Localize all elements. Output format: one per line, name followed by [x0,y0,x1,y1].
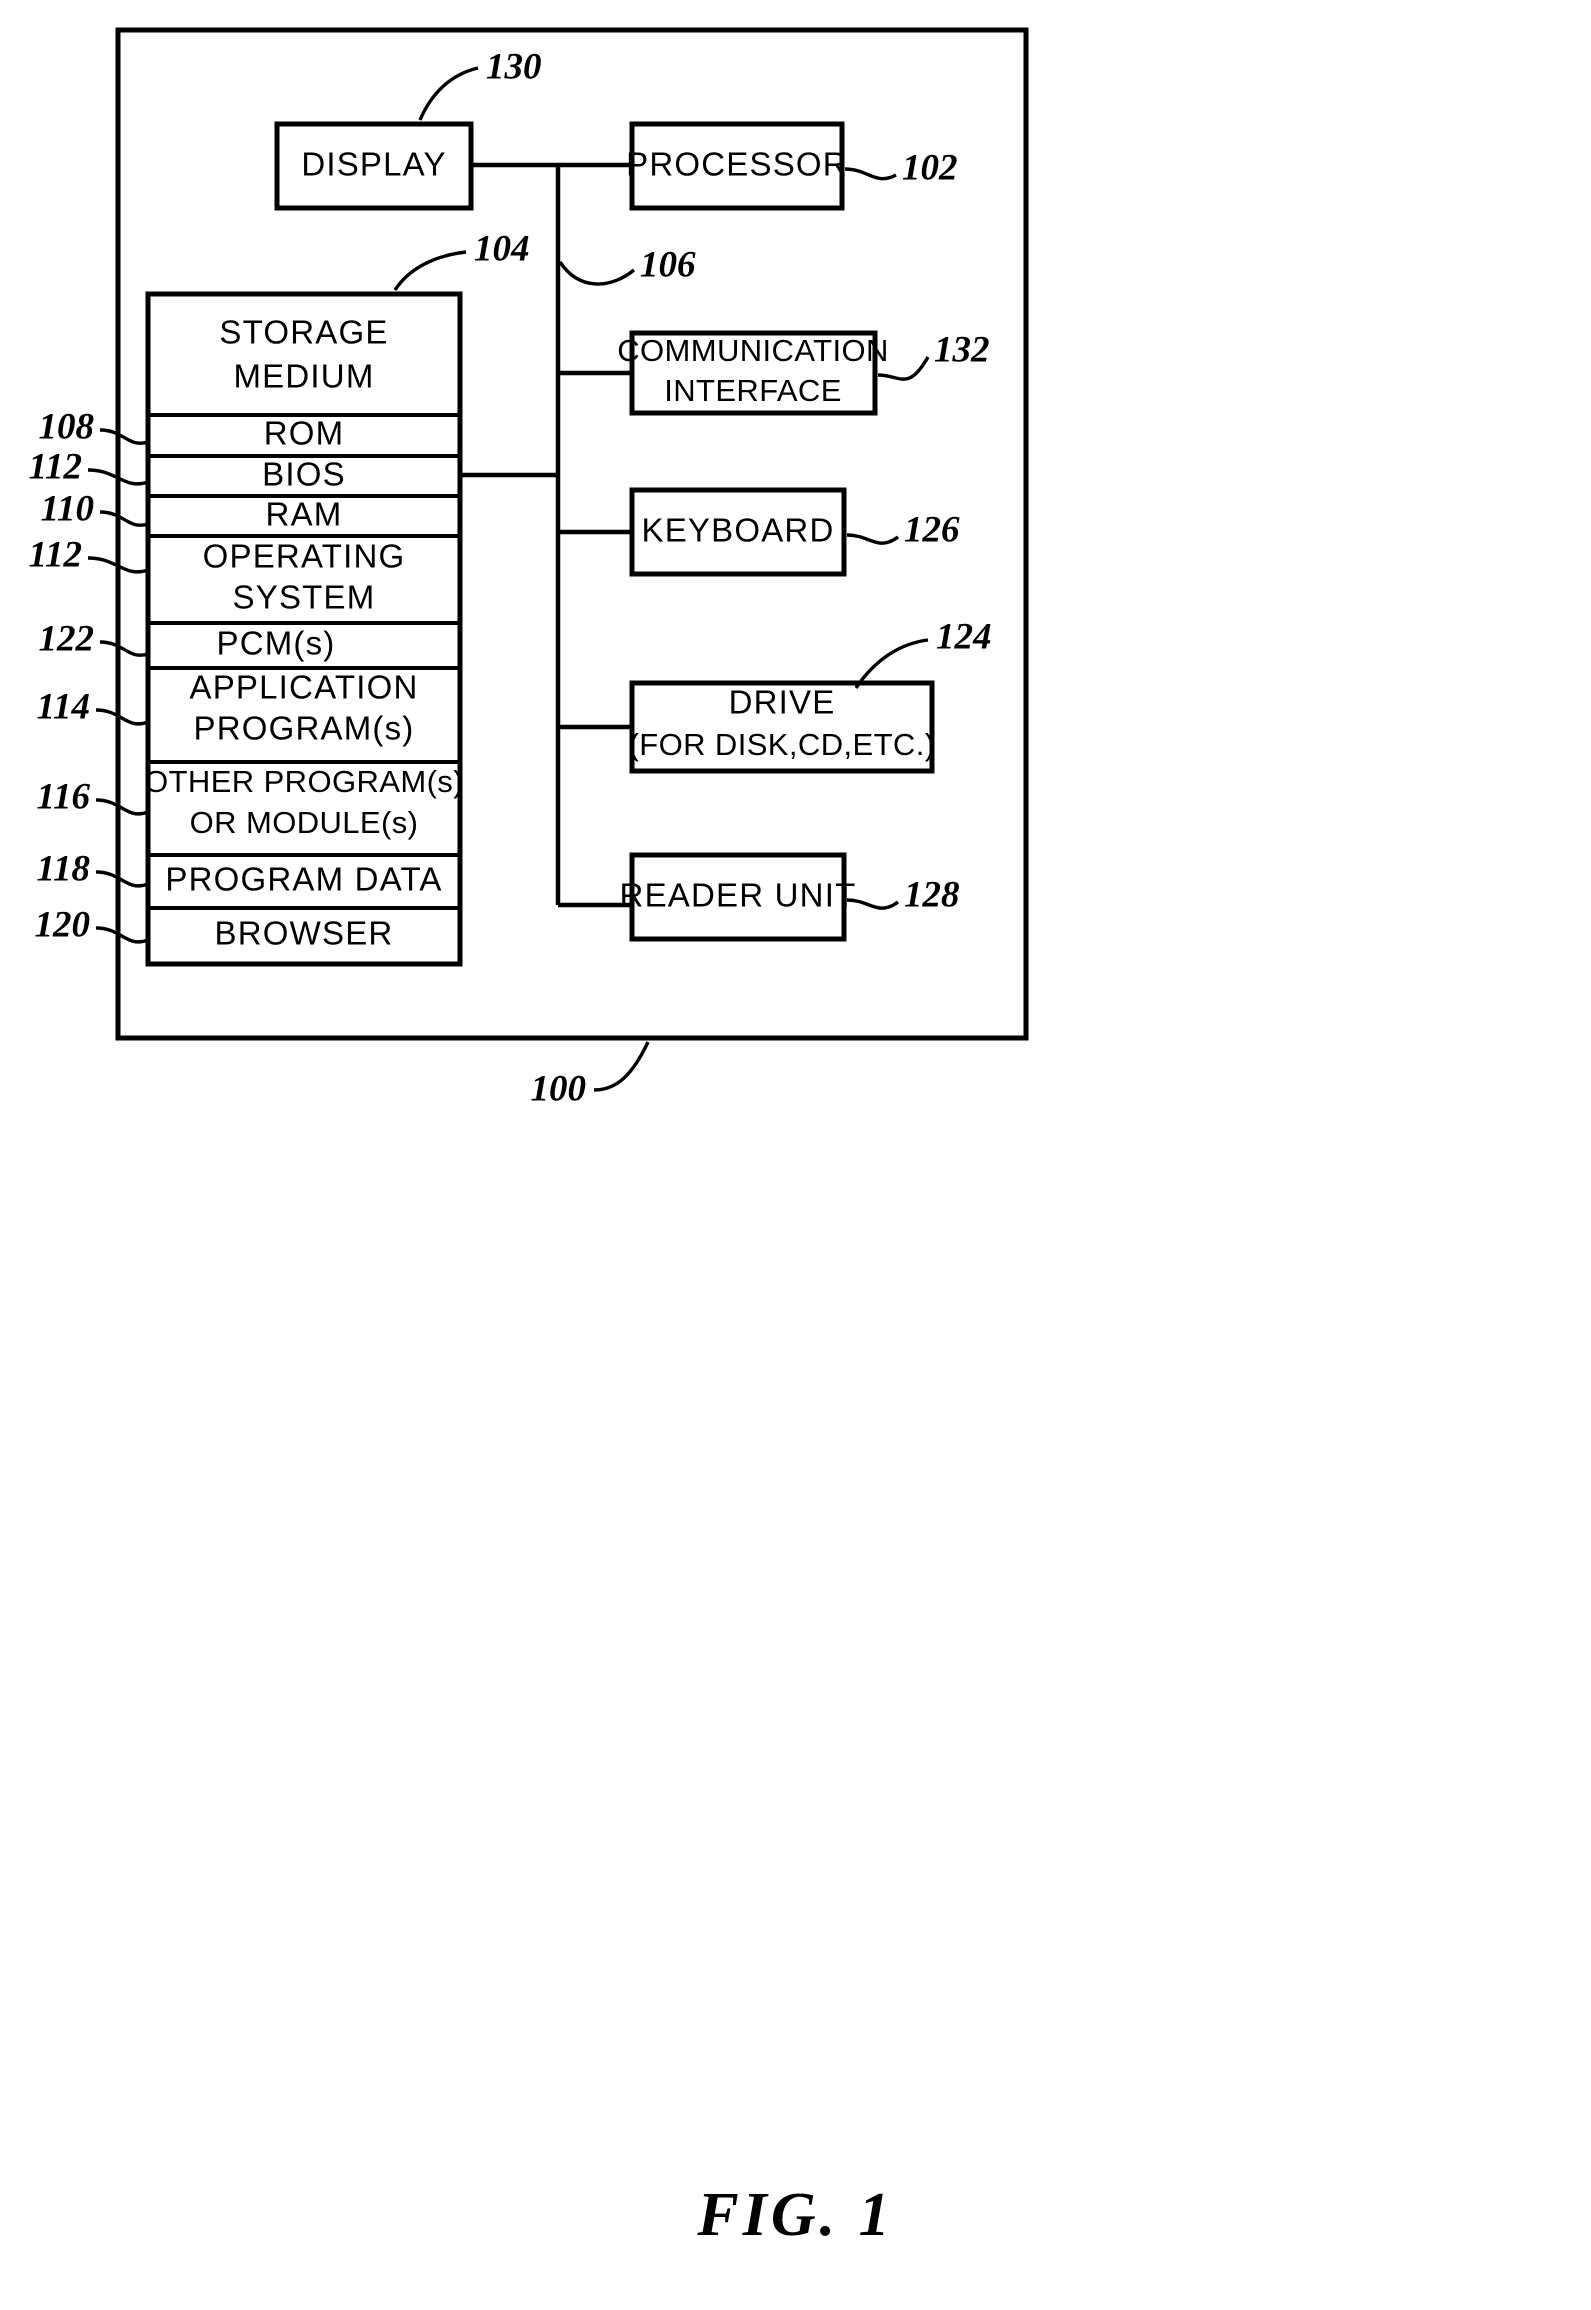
reader-unit-box: READER UNIT [620,852,857,942]
storage-medium-title-line1: STORAGE [219,314,388,351]
system-bus [460,162,632,908]
storage-row-label-application-line1: APPLICATION [190,669,419,706]
pcm-ref-number: 122 [39,618,95,659]
storage-row-label-other-line1: OTHER PROGRAM(s) [144,764,464,799]
browser-leader-line [95,926,149,944]
communication-interface-box: COMMUNICATION INTERFACE [617,330,889,416]
drive-box-label-line2: (FOR DISK,CD,ETC.) [629,727,936,762]
display-leader-line [418,66,479,121]
bios-ref-number: 112 [29,446,82,487]
communication-interface-label-line2: INTERFACE [664,373,842,408]
reader-unit-box-label: READER UNIT [620,877,857,914]
storage-medium-ref-number: 104 [474,228,530,269]
storage-row-label-other-line2: OR MODULE(s) [190,805,419,840]
browser-ref-number: 120 [35,904,91,945]
figure-canvas: DISPLAY 130 PROCESSOR 102 106 COMMUNICAT… [29,27,1029,1109]
drive-ref-number: 124 [936,616,992,657]
program-data-leader-line [95,870,149,888]
program-data-ref-number: 118 [37,848,90,889]
display-box: DISPLAY [274,121,474,211]
rom-leader-line [99,428,149,445]
other-programs-ref-number: 116 [37,776,91,817]
ram-ref-number: 110 [41,488,94,529]
drive-box: DRIVE (FOR DISK,CD,ETC.) [629,680,936,774]
patent-figure: DISPLAY 130 PROCESSOR 102 106 COMMUNICAT… [0,0,1591,2310]
keyboard-box: KEYBOARD [629,487,847,577]
storage-medium-leader-line [393,250,467,291]
processor-box-label: PROCESSOR [626,146,848,183]
display-ref-number: 130 [486,46,542,87]
system-leader-line [593,1041,650,1092]
communication-interface-ref-number: 132 [934,329,990,370]
storage-row-label-ram: RAM [266,496,343,533]
other-programs-leader-line [95,798,149,816]
keyboard-ref-number: 126 [904,509,960,550]
processor-ref-number: 102 [902,147,958,188]
ram-leader-line [99,510,149,527]
processor-leader-line [844,167,897,181]
processor-box: PROCESSOR [626,121,848,211]
rom-ref-number: 108 [39,406,95,447]
application-program-leader-line [95,708,149,726]
storage-row-label-os-line2: SYSTEM [233,579,376,616]
drive-box-label-line1: DRIVE [729,684,836,721]
display-box-label: DISPLAY [301,146,446,183]
keyboard-leader-line [846,533,900,545]
pcm-leader-line [99,640,149,657]
bus-leader-line [558,261,636,286]
system-ref-number: 100 [531,1068,587,1109]
storage-row-label-browser: BROWSER [215,915,394,952]
application-program-ref-number: 114 [37,686,90,727]
bus-ref-number: 106 [640,244,696,285]
storage-row-label-pcm: PCM(s) [216,625,335,662]
figure-caption: FIG. 1 [697,2181,894,2249]
storage-medium-title-line2: MEDIUM [233,358,374,395]
storage-row-label-bios: BIOS [262,456,346,493]
operating-system-ref-number: 112 [29,534,82,575]
storage-row-label-application-line2: PROGRAM(s) [194,710,415,747]
storage-row-label-program-data: PROGRAM DATA [165,861,442,898]
reader-unit-ref-number: 128 [904,874,960,915]
storage-row-label-os-line1: OPERATING [203,538,406,575]
communication-interface-label-line1: COMMUNICATION [617,333,889,368]
storage-row-label-rom: ROM [264,415,345,452]
keyboard-box-label: KEYBOARD [642,512,835,549]
